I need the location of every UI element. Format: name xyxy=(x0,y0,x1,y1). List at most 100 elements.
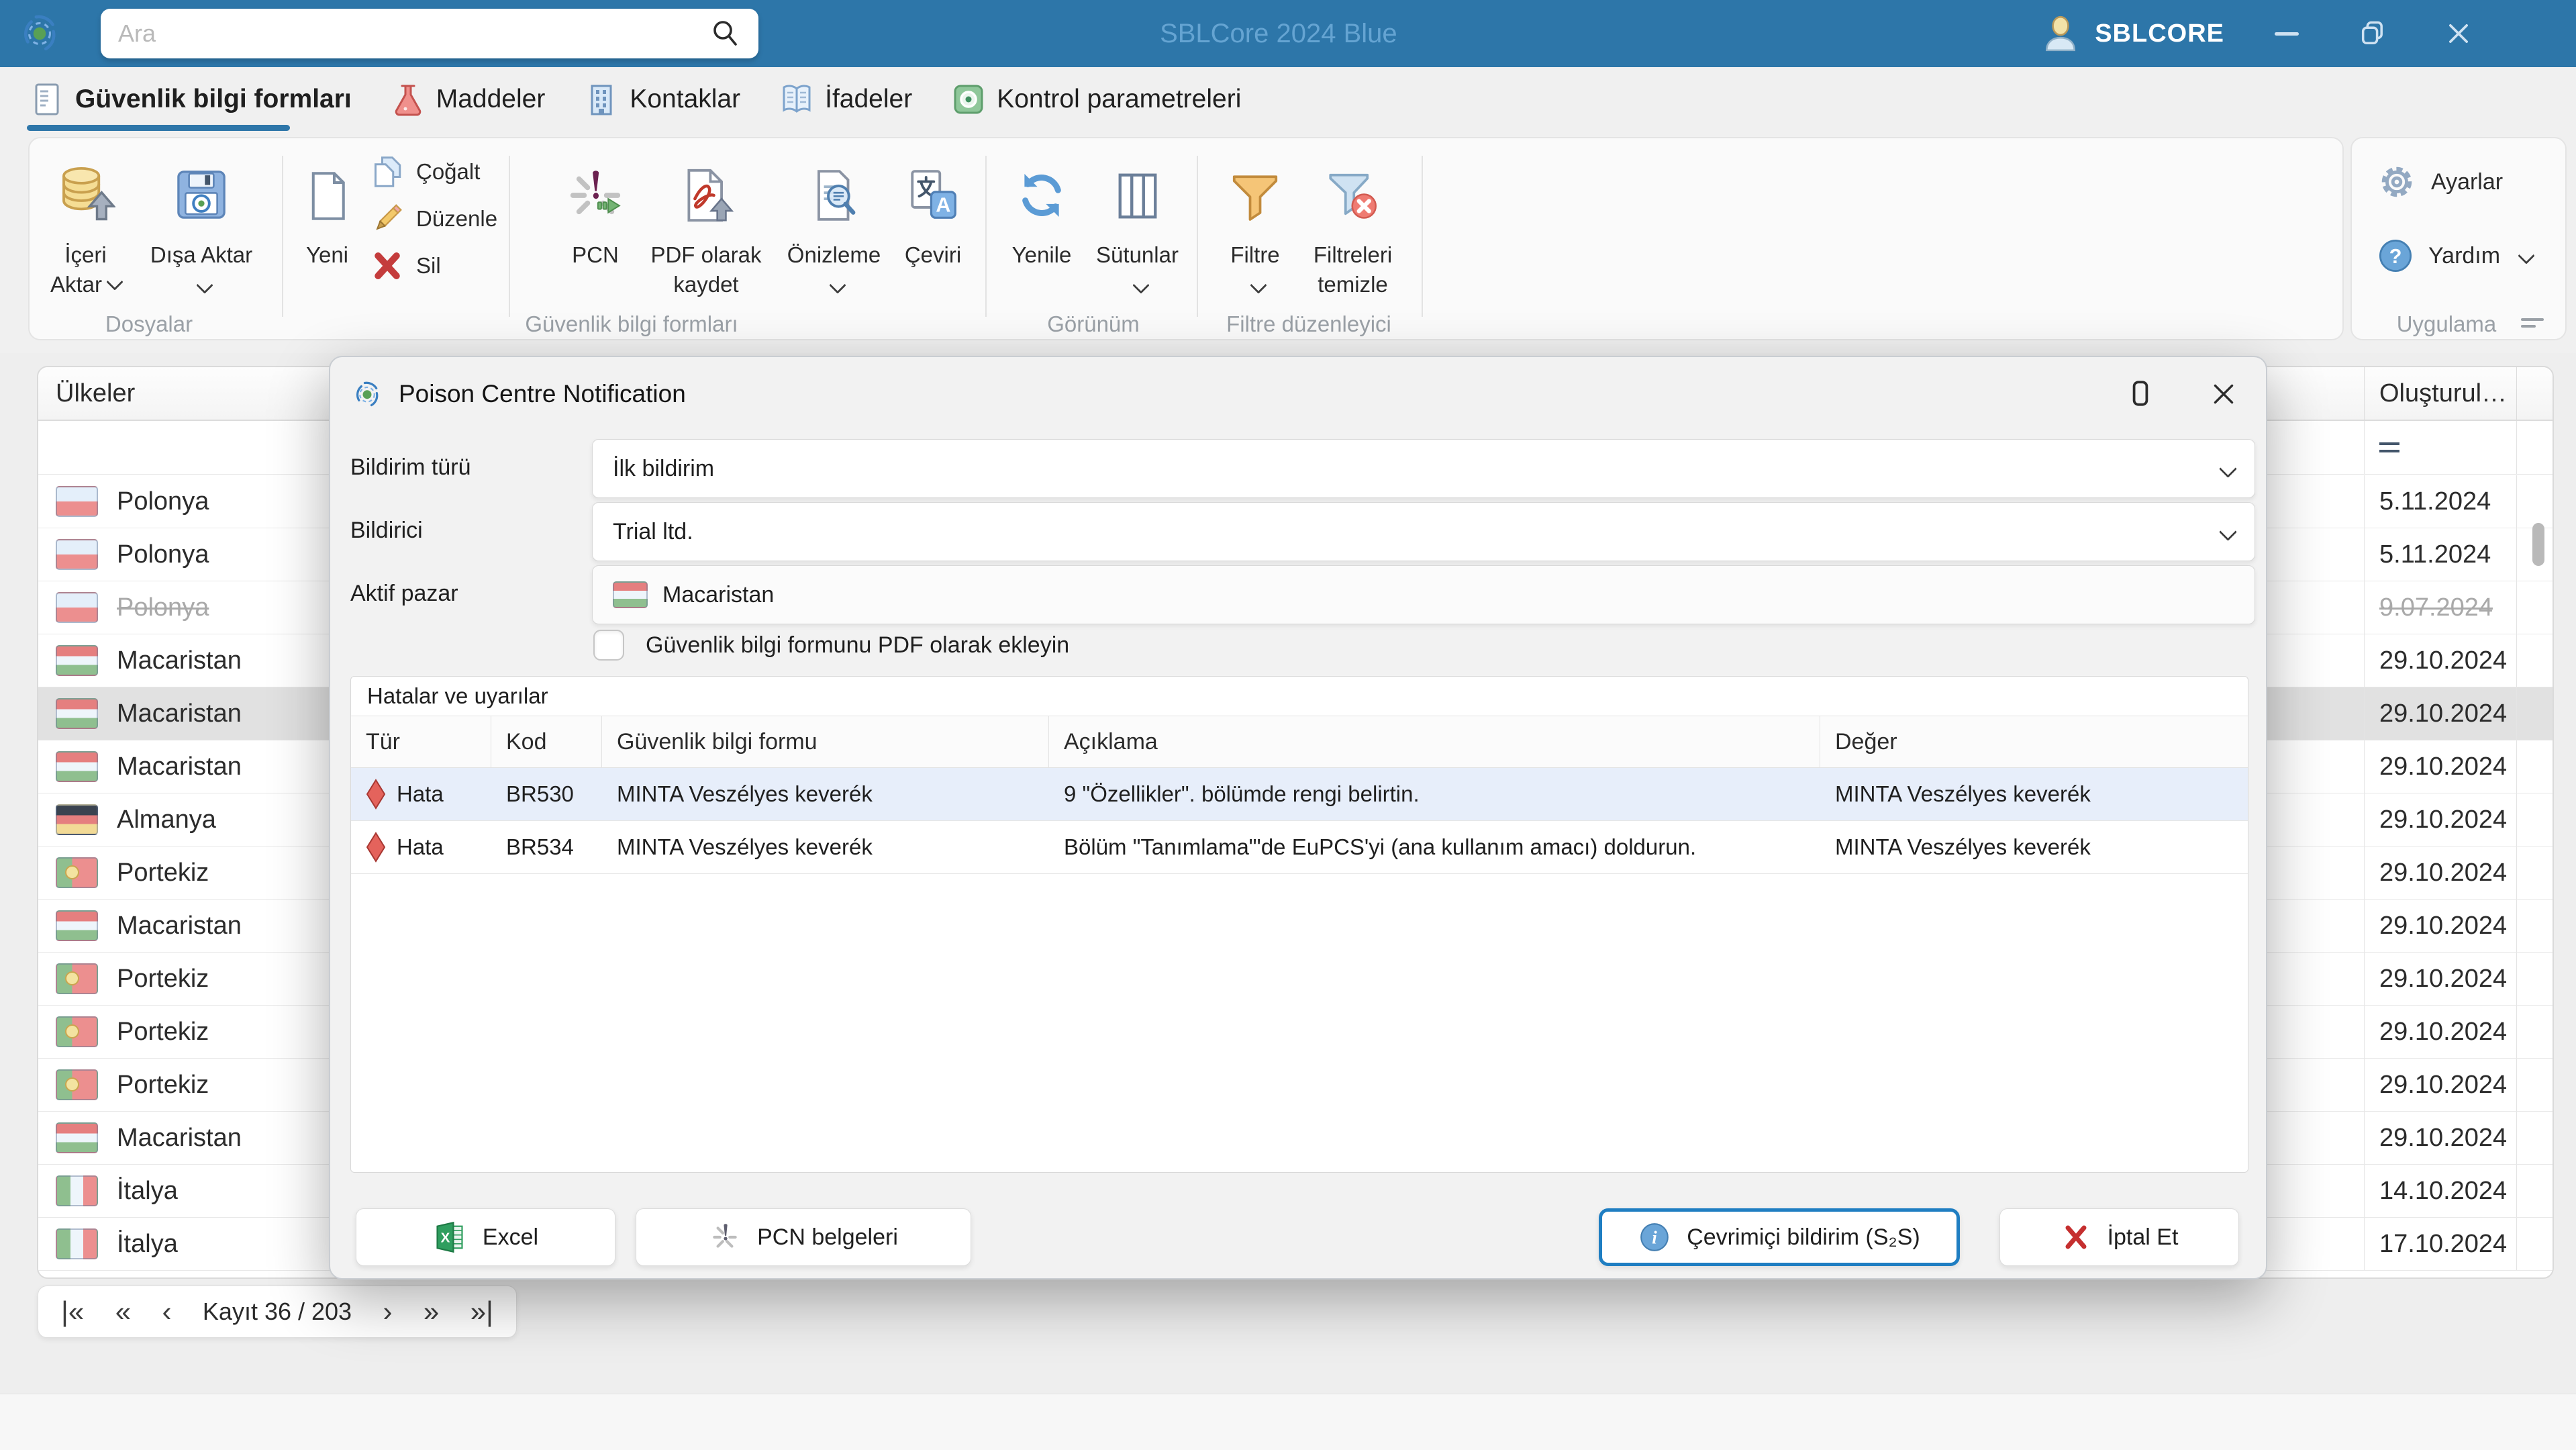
search-input[interactable]: Ara xyxy=(101,9,758,58)
errors-col-description[interactable]: Açıklama xyxy=(1049,716,1820,767)
minimize-icon xyxy=(2275,32,2299,36)
gear-icon xyxy=(2376,161,2418,203)
chevron-down-icon xyxy=(828,277,846,294)
settings-button[interactable]: Ayarlar xyxy=(2376,160,2503,204)
columns-button[interactable]: Sütunlar xyxy=(1082,144,1193,326)
active-market-field[interactable]: Macaristan xyxy=(592,565,2255,624)
dialog-maximize-button[interactable] xyxy=(2126,379,2154,409)
help-button[interactable]: ? Yardım xyxy=(2376,234,2535,278)
country-flag-icon xyxy=(56,592,98,623)
tab-maddeler[interactable]: Maddeler xyxy=(391,82,545,117)
column-header-created[interactable]: Oluşturul… xyxy=(2364,367,2517,420)
clear-filters-button[interactable]: Filtreleri temizle xyxy=(1287,144,1418,326)
svg-text:A: A xyxy=(936,193,950,216)
svg-text:?: ? xyxy=(2389,244,2402,268)
window-bottom-strip xyxy=(0,1394,2576,1450)
chevron-down-icon xyxy=(1250,277,1267,294)
notifier-value: Trial ltd. xyxy=(613,518,693,544)
country-name: İtalya xyxy=(117,1229,178,1258)
restore-button[interactable] xyxy=(2349,10,2396,57)
created-date-cell: 29.10.2024 xyxy=(2364,953,2517,1005)
pcn-documents-icon xyxy=(709,1221,741,1253)
ribbon-separator xyxy=(1197,156,1198,317)
clear-filter-icon xyxy=(1324,144,1382,223)
error-row[interactable]: Hata BR530 MINTA Veszélyes keverék 9 "Özell… xyxy=(351,768,2248,821)
online-notification-button[interactable]: i Çevrimiçi bildirim (S₂S) xyxy=(1599,1208,1960,1266)
tab-label: Güvenlik bilgi formları xyxy=(75,85,352,113)
tab-kontrol-parametreleri[interactable]: Kontrol parametreleri xyxy=(951,82,1241,117)
created-date-cell: 17.10.2024 xyxy=(2364,1218,2517,1270)
first-page-button[interactable]: |« xyxy=(61,1296,84,1328)
dialog-close-button[interactable] xyxy=(2208,379,2239,409)
ribbon-separator xyxy=(282,156,283,317)
created-date-cell: 29.10.2024 xyxy=(2364,900,2517,952)
tab-guvenlik-bilgi-formlari[interactable]: Güvenlik bilgi formları xyxy=(30,82,352,117)
country-flag-icon xyxy=(56,804,98,835)
minimize-button[interactable] xyxy=(2263,10,2310,57)
ribbon-group-label: Güvenlik bilgi formları xyxy=(525,311,738,336)
title-bar: Ara SBLCore 2024 Blue SBLCORE xyxy=(0,0,2576,67)
next-page-button[interactable]: › xyxy=(383,1296,392,1328)
errors-col-form[interactable]: Güvenlik bilgi formu xyxy=(602,716,1049,767)
svg-text:X: X xyxy=(441,1230,450,1246)
attach-pdf-checkbox[interactable] xyxy=(593,630,624,661)
save-pdf-button[interactable]: PDF olarak kaydet xyxy=(639,144,773,326)
user-icon xyxy=(2041,14,2080,53)
fast-next-button[interactable]: » xyxy=(424,1296,439,1328)
preview-icon xyxy=(807,144,862,223)
record-counter: Kayıt 36 / 203 xyxy=(202,1298,352,1325)
errors-col-code[interactable]: Kod xyxy=(491,716,602,767)
last-page-button[interactable]: »| xyxy=(470,1296,493,1328)
tab-kontaklar[interactable]: Kontaklar xyxy=(584,82,740,117)
new-button[interactable]: Yeni xyxy=(285,144,369,326)
country-name: Macaristan xyxy=(117,699,242,728)
notification-type-select[interactable]: İlk bildirim xyxy=(592,439,2255,498)
country-name: Portekiz xyxy=(117,1070,209,1099)
export-button[interactable]: Dışa Aktar xyxy=(138,144,265,326)
prev-page-button[interactable]: ‹ xyxy=(162,1296,171,1328)
notification-type-label: Bildirim türü xyxy=(350,454,471,480)
close-button[interactable] xyxy=(2435,10,2482,57)
dialog-title-bar: Poison Centre Notification xyxy=(330,357,2266,431)
dialog-logo-icon xyxy=(352,379,383,409)
notifier-select[interactable]: Trial ltd. xyxy=(592,502,2255,561)
country-flag-icon xyxy=(56,857,98,888)
pcn-button[interactable]: PCN xyxy=(545,144,646,326)
excel-button[interactable]: X Excel xyxy=(356,1208,615,1266)
vertical-scrollbar-thumb[interactable] xyxy=(2532,523,2544,566)
pdf-save-icon xyxy=(679,144,734,223)
created-date: 29.10.2024 xyxy=(2379,805,2508,834)
import-button[interactable]: İçeri Aktar xyxy=(34,144,138,326)
country-flag-icon xyxy=(56,486,98,517)
tab-ifadeler[interactable]: İfadeler xyxy=(779,82,912,117)
refresh-button[interactable]: Yenile xyxy=(995,144,1089,326)
preview-button[interactable]: Önizleme xyxy=(775,144,893,326)
created-date: 17.10.2024 xyxy=(2379,1229,2508,1258)
account-label[interactable]: SBLCORE xyxy=(2095,19,2224,48)
created-date: 5.11.2024 xyxy=(2379,540,2491,569)
translate-icon: A xyxy=(905,144,960,223)
chevron-down-icon xyxy=(2219,459,2237,478)
errors-col-type[interactable]: Tür xyxy=(351,716,491,767)
search-icon[interactable] xyxy=(710,18,741,49)
errors-groupbox: Hatalar ve uyarılar Tür Kod Güvenlik bil… xyxy=(350,676,2248,1173)
excel-icon: X xyxy=(433,1220,466,1254)
column-header-countries[interactable]: Ülkeler xyxy=(56,379,135,408)
date-filter-cell[interactable] xyxy=(2364,421,2517,474)
group-dialog-launcher-icon[interactable] xyxy=(2521,314,2544,332)
error-row[interactable]: Hata BR534 MINTA Veszélyes keverék Bölüm "T… xyxy=(351,821,2248,874)
country-flag-icon xyxy=(56,1122,98,1153)
country-name: Macaristan xyxy=(117,1123,242,1152)
country-name: Macaristan xyxy=(117,752,242,781)
pcn-documents-button[interactable]: PCN belgeleri xyxy=(636,1208,971,1266)
attach-pdf-label[interactable]: Güvenlik bilgi formunu PDF olarak ekleyi… xyxy=(646,632,1069,659)
fast-prev-button[interactable]: « xyxy=(115,1296,131,1328)
country-name: Portekiz xyxy=(117,858,209,887)
created-date: 29.10.2024 xyxy=(2379,858,2508,887)
cancel-button[interactable]: İptal Et xyxy=(1999,1208,2239,1266)
created-date-cell: 29.10.2024 xyxy=(2364,1112,2517,1164)
duplicate-icon xyxy=(370,155,404,189)
errors-col-value[interactable]: Değer xyxy=(1820,716,2248,767)
translate-button[interactable]: A Çeviri xyxy=(889,144,977,326)
country-flag-icon xyxy=(56,698,98,729)
